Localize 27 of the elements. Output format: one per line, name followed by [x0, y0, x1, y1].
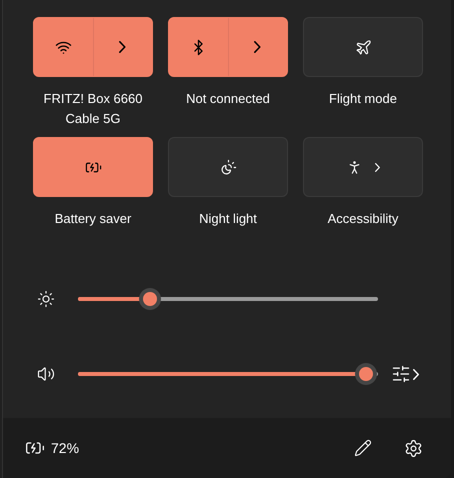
settings-icon: [404, 438, 422, 458]
tile-label: Night light: [198, 210, 258, 228]
airplane-icon: [354, 38, 372, 56]
pencil-icon: [354, 439, 372, 457]
toggle-tile[interactable]: [33, 17, 153, 77]
chevron-icon: [413, 368, 420, 380]
brightness-icon: [36, 290, 54, 308]
chevron-icon: [119, 41, 126, 53]
toggle-tile[interactable]: [168, 137, 288, 197]
night-light-icon: [220, 158, 236, 176]
tile-label: Accessibility: [326, 210, 400, 228]
toggle-tile[interactable]: [168, 17, 288, 77]
mixer-icon: [391, 364, 411, 384]
slider-thumb[interactable]: [355, 363, 377, 385]
toggle-tile[interactable]: [33, 137, 153, 197]
toggle-tile[interactable]: [303, 137, 423, 197]
slider-thumb[interactable]: [139, 288, 161, 310]
toggle-tile[interactable]: [303, 17, 423, 77]
tile-label: FRITZ! Box 6660 Cable 5G: [42, 90, 144, 128]
chevron-icon: [254, 41, 262, 53]
audio-output-button[interactable]: [391, 364, 420, 384]
tile-label: Flight mode: [328, 90, 398, 108]
tile-label: Battery saver: [54, 210, 132, 228]
speaker-icon: [36, 365, 54, 383]
chevron-icon: [375, 162, 380, 172]
battery-percentage: 72%: [51, 438, 80, 458]
tile-label: Not connected: [185, 90, 271, 108]
